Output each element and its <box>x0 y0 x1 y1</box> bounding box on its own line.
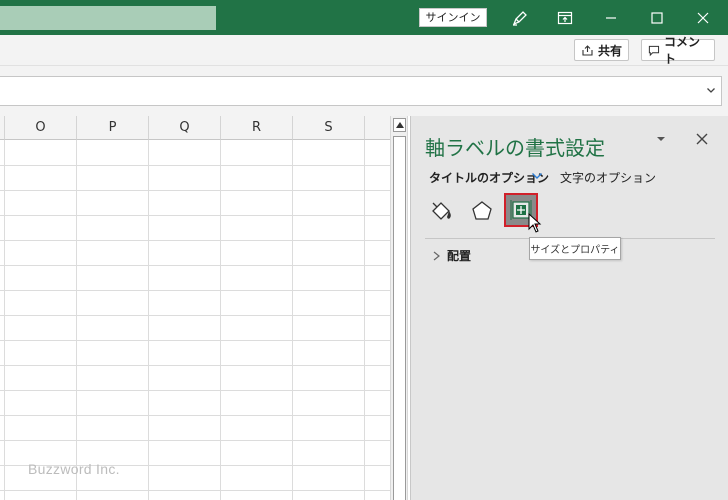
grid-line <box>0 340 390 341</box>
column-header-p[interactable]: P <box>77 116 149 140</box>
comment-button[interactable]: コメント <box>641 35 715 66</box>
grid-line <box>4 140 5 500</box>
signin-button[interactable]: サインイン <box>419 8 487 27</box>
effects-icon[interactable] <box>467 196 497 226</box>
grid-line <box>0 215 390 216</box>
share-icon <box>582 44 593 56</box>
grid-line <box>220 140 221 500</box>
column-header-partial[interactable] <box>365 116 390 140</box>
column-header-r[interactable]: R <box>221 116 293 140</box>
column-header-o[interactable]: O <box>5 116 77 140</box>
grid-line <box>292 140 293 500</box>
grid-line <box>0 490 390 491</box>
formula-bar-area <box>0 66 728 116</box>
vertical-scrollbar[interactable] <box>390 116 408 500</box>
grid-line <box>0 415 390 416</box>
pen-icon[interactable] <box>497 0 543 35</box>
mouse-cursor-icon <box>528 213 542 233</box>
title-bar: サインイン <box>0 0 728 35</box>
grid-line <box>0 440 390 441</box>
restore-ribbon-icon[interactable] <box>542 0 588 35</box>
minimize-icon[interactable] <box>588 0 634 35</box>
scroll-thumb[interactable] <box>393 136 406 500</box>
close-icon[interactable] <box>680 0 726 35</box>
scroll-up-button[interactable] <box>393 118 406 132</box>
text-options-tab[interactable]: 文字のオプション <box>560 169 656 186</box>
search-box[interactable] <box>0 6 216 30</box>
chevron-right-icon <box>433 251 440 260</box>
maximize-icon[interactable] <box>634 0 680 35</box>
grid-line <box>76 140 77 500</box>
tooltip-size-properties: サイズとプロパティ <box>529 237 621 260</box>
spreadsheet-grid[interactable]: O P Q R S <box>0 116 390 500</box>
grid-line <box>0 190 390 191</box>
column-header-s[interactable]: S <box>293 116 365 140</box>
grid-line <box>0 290 390 291</box>
formula-input[interactable] <box>0 76 722 106</box>
alignment-section-label: 配置 <box>447 249 472 263</box>
watermark: Buzzword Inc. <box>28 461 120 477</box>
arrow-up-icon <box>395 122 404 128</box>
chevron-down-icon[interactable] <box>531 171 543 181</box>
format-axis-title-pane: 軸ラベルの書式設定 タイトルのオプション 文字のオプション 配置 サイズとプロパ… <box>410 116 728 500</box>
chevron-down-icon[interactable] <box>705 84 717 96</box>
ribbon-bar: 共有 コメント <box>0 35 728 66</box>
grid-line <box>0 240 390 241</box>
grid-line <box>0 315 390 316</box>
comment-icon <box>648 45 660 56</box>
pane-options-dropdown-icon[interactable] <box>655 134 667 144</box>
grid-line <box>364 140 365 500</box>
grid-line <box>0 365 390 366</box>
pane-title: 軸ラベルの書式設定 <box>425 136 605 160</box>
grid-line <box>0 165 390 166</box>
grid-line <box>148 140 149 500</box>
grid-line <box>0 265 390 266</box>
share-label: 共有 <box>598 43 623 58</box>
share-button[interactable]: 共有 <box>574 39 630 61</box>
comment-label: コメント <box>663 35 700 66</box>
alignment-section[interactable]: 配置 <box>433 247 471 264</box>
grid-line <box>0 390 390 391</box>
column-header-q[interactable]: Q <box>149 116 221 140</box>
pane-close-icon[interactable] <box>695 132 709 146</box>
fill-line-icon[interactable] <box>427 196 457 226</box>
